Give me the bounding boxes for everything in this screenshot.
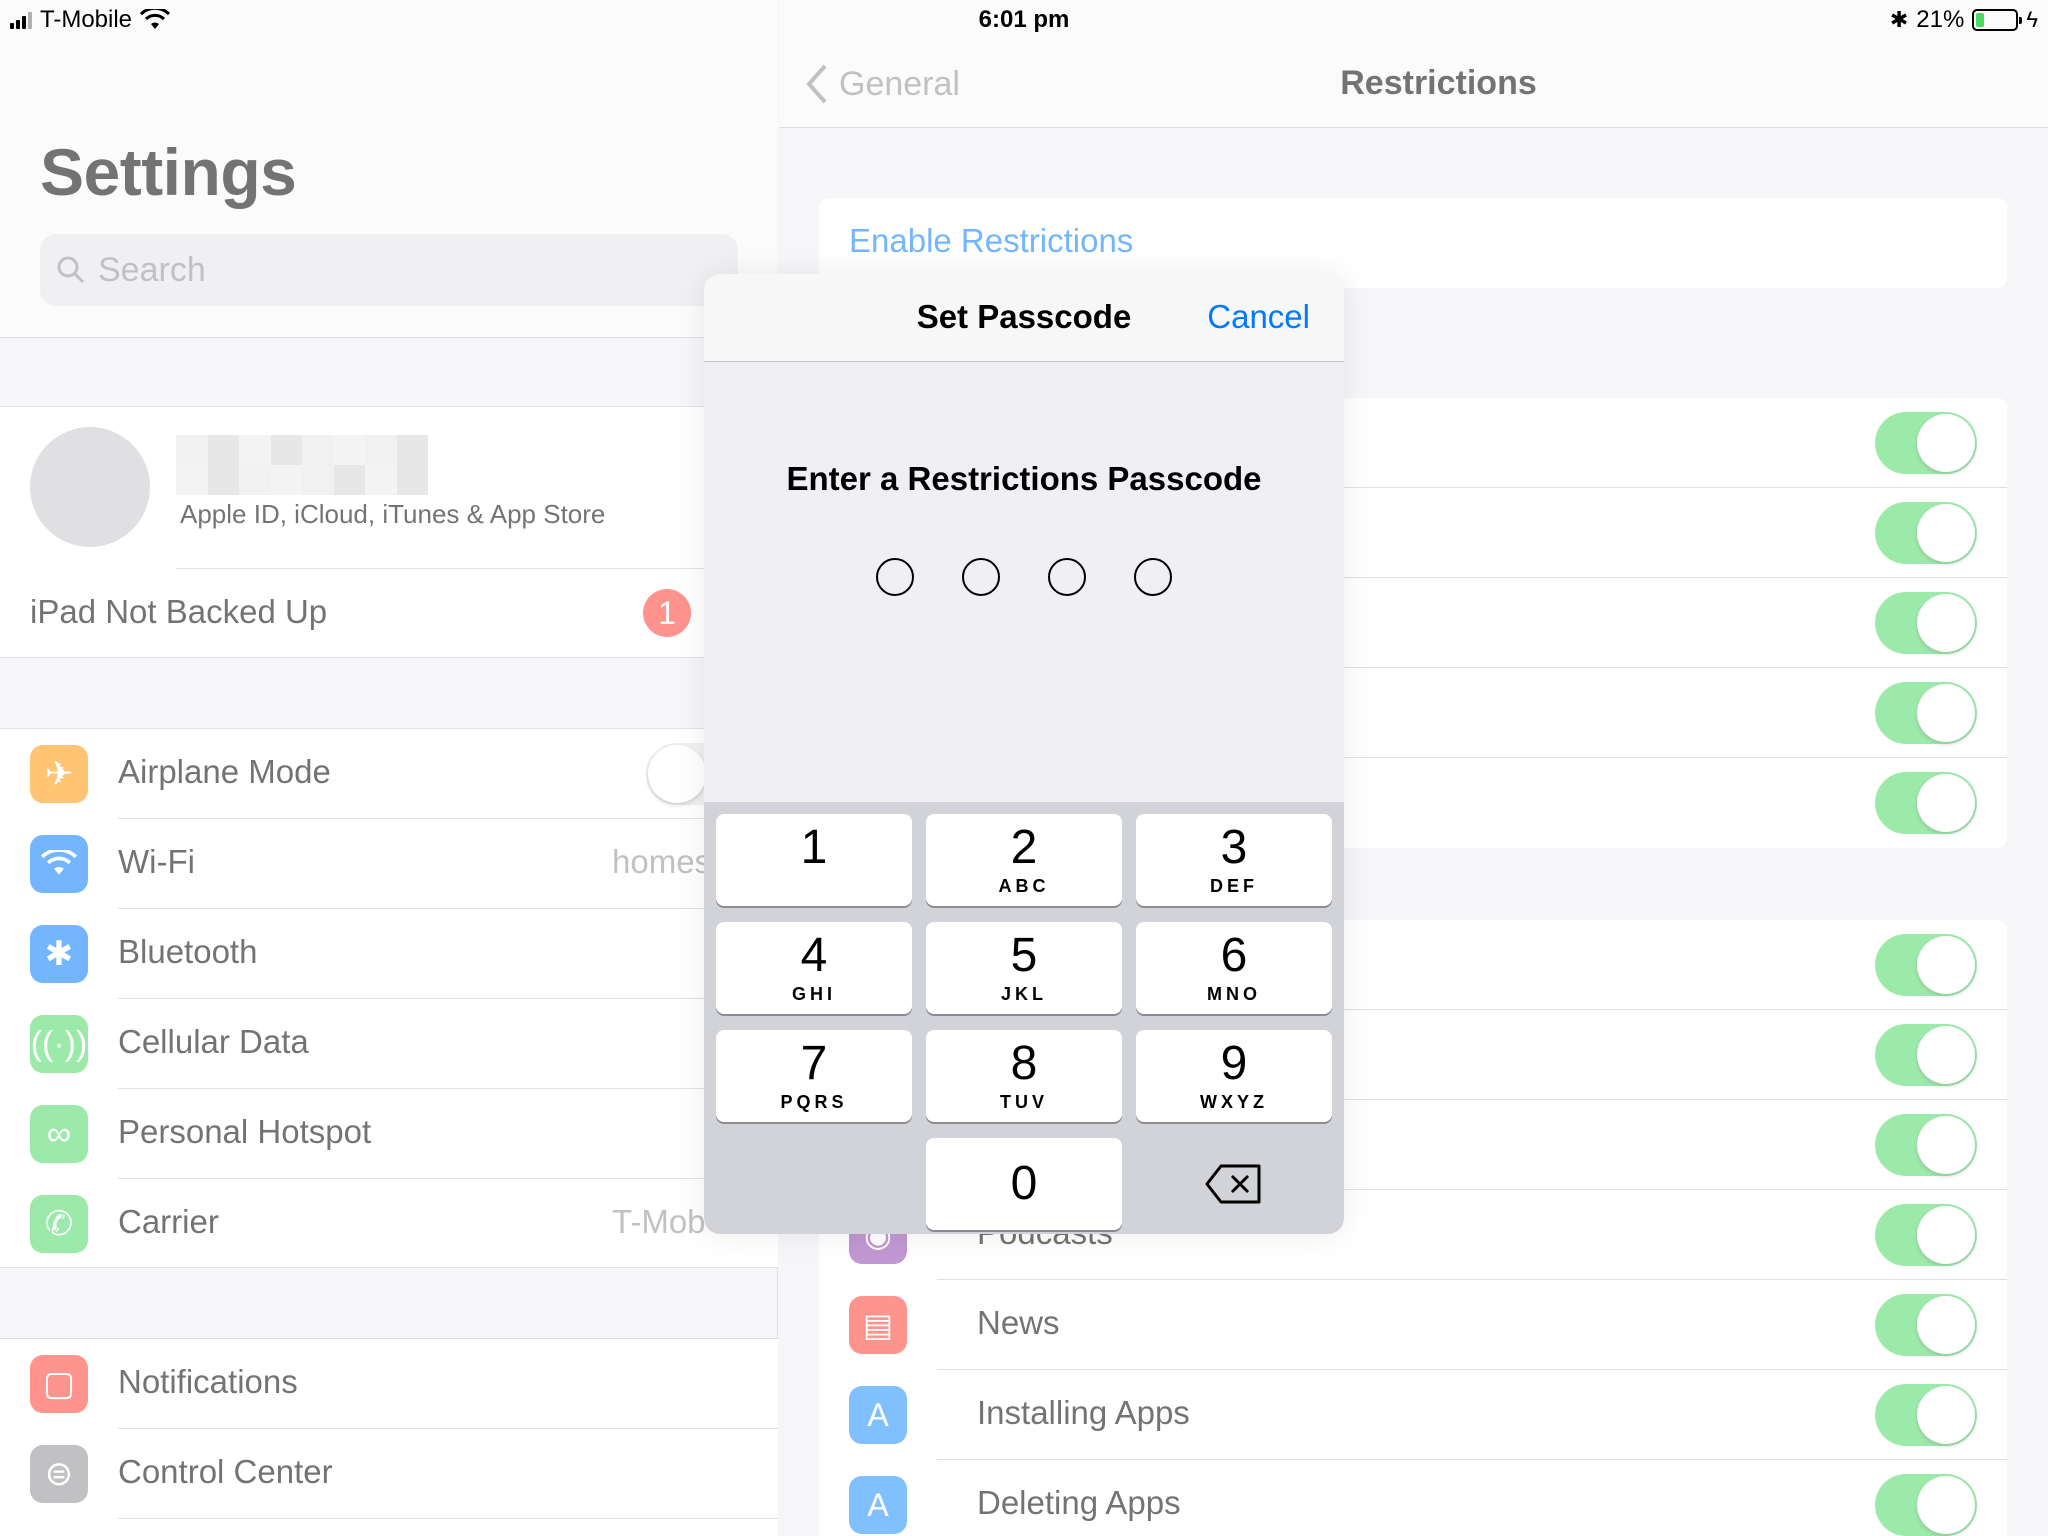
status-time: 6:01 pm	[978, 6, 1070, 33]
status-left: T-Mobile	[10, 6, 171, 34]
key-9[interactable]: 9 WXYZ	[1136, 1030, 1332, 1122]
key-3[interactable]: 3 DEF	[1136, 814, 1332, 906]
passcode-dot	[1048, 558, 1086, 596]
key-1[interactable]: 1	[716, 814, 912, 906]
battery-percent: 21%	[1916, 6, 1965, 33]
passcode-dot	[1134, 558, 1172, 596]
key-0[interactable]: 0	[926, 1138, 1122, 1230]
passcode-dot	[876, 558, 914, 596]
status-right: ✱ 21% ϟ	[1890, 6, 2038, 34]
bluetooth-status-icon: ✱	[1889, 7, 1909, 32]
passcode-dot	[962, 558, 1000, 596]
key-8[interactable]: 8 TUV	[926, 1030, 1122, 1122]
key-7[interactable]: 7 PQRS	[716, 1030, 912, 1122]
passcode-prompt: Enter a Restrictions Passcode	[786, 460, 1262, 497]
wifi-signal-icon	[140, 9, 171, 29]
passcode-dots	[704, 558, 1344, 596]
status-bar: T-Mobile 6:01 pm ✱ 21% ϟ	[0, 0, 2048, 40]
charging-icon: ϟ	[2026, 7, 2038, 32]
key-5[interactable]: 5 JKL	[926, 922, 1122, 1014]
carrier-name: T-Mobile	[40, 6, 133, 33]
delete-key[interactable]	[1136, 1138, 1332, 1230]
battery-icon	[1972, 9, 2023, 31]
key-4[interactable]: 4 GHI	[716, 922, 912, 1014]
backspace-icon	[1205, 1164, 1261, 1204]
signal-icon	[10, 11, 32, 29]
dialog-header: Set Passcode Cancel	[704, 274, 1344, 362]
cancel-button[interactable]: Cancel	[1207, 298, 1310, 336]
key-6[interactable]: 6 MNO	[1136, 922, 1332, 1014]
key-2[interactable]: 2 ABC	[926, 814, 1122, 906]
set-passcode-dialog: Set Passcode Cancel Enter a Restrictions…	[704, 274, 1344, 1234]
numeric-keypad: 1 2 ABC 3 DEF 4 GHI 5 JKL 6 MNO 7 PQRS 8 TUV 9W…	[704, 802, 1344, 1234]
